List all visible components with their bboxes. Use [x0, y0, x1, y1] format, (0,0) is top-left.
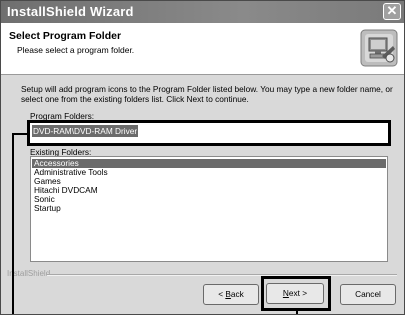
instructions-text: Setup will add program icons to the Prog… [21, 84, 393, 104]
brand-divider [47, 274, 397, 276]
back-button[interactable]: < Back [203, 284, 259, 305]
page-subtitle: Please select a program folder. [17, 45, 135, 55]
list-item[interactable]: Hitachi DVDCAM [32, 186, 386, 195]
installshield-wizard-window: InstallShield Wizard ✕ Select Program Fo… [0, 0, 405, 315]
close-button[interactable]: ✕ [383, 3, 401, 20]
installer-computer-icon [360, 29, 398, 67]
callout-line-next [296, 311, 298, 314]
existing-folders-list[interactable]: Accessories Administrative Tools Games H… [30, 156, 388, 262]
close-icon: ✕ [386, 3, 398, 18]
wizard-header: Select Program Folder Please select a pr… [1, 23, 404, 75]
next-button[interactable]: Next > [266, 283, 324, 304]
title-bar: InstallShield Wizard ✕ [1, 1, 404, 23]
page-title: Select Program Folder [9, 30, 122, 42]
callout-line-horizontal [12, 133, 27, 135]
list-item[interactable]: Startup [32, 204, 386, 213]
callout-line-vertical [12, 133, 14, 314]
program-folder-value: DVD-RAM\DVD-RAM Driver [32, 125, 139, 137]
list-item[interactable]: Sonic [32, 195, 386, 204]
list-item[interactable]: Administrative Tools [32, 168, 386, 177]
cancel-button[interactable]: Cancel [340, 284, 396, 305]
program-folder-input[interactable]: DVD-RAM\DVD-RAM Driver [27, 120, 391, 146]
window-title: InstallShield Wizard [7, 4, 134, 19]
